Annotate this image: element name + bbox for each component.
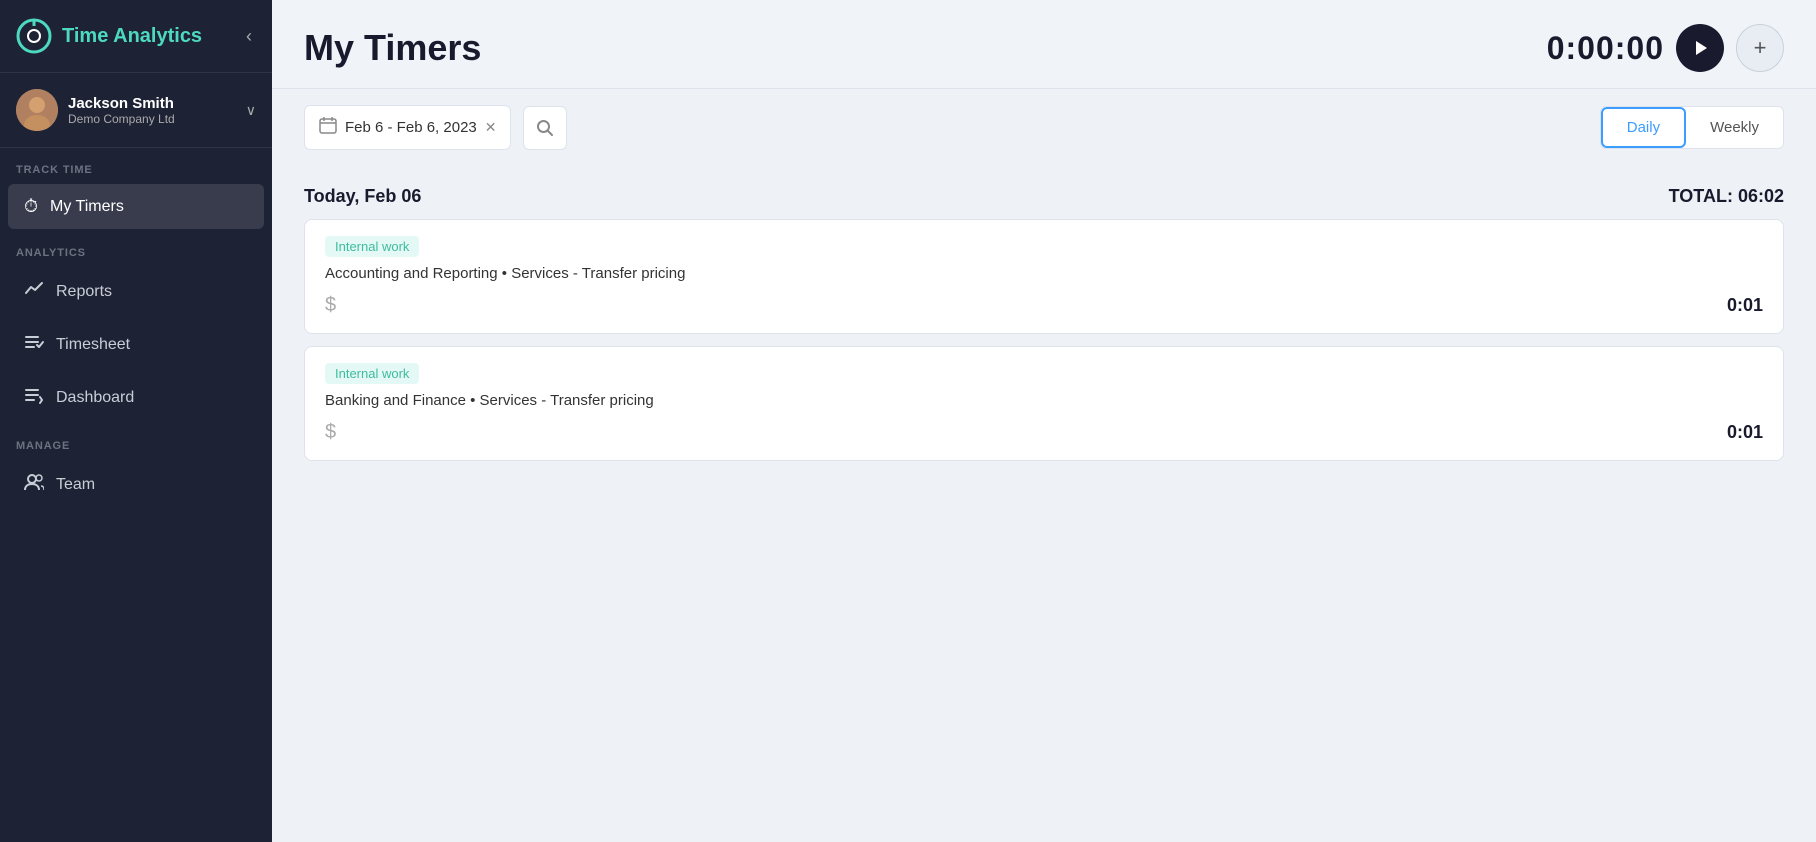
- timer-card[interactable]: Internal work Banking and Finance • Serv…: [304, 346, 1784, 461]
- logo-area: Time Analytics: [16, 18, 202, 54]
- dollar-icon: $: [325, 421, 336, 444]
- user-company: Demo Company Ltd: [68, 112, 236, 126]
- timer-card-bottom: $ 0:01: [325, 294, 1763, 317]
- view-weekly-button[interactable]: Weekly: [1686, 107, 1783, 148]
- team-icon: [24, 472, 44, 497]
- date-range-text: Feb 6 - Feb 6, 2023: [345, 119, 477, 136]
- timer-time: 0:01: [1727, 295, 1763, 316]
- section-label-manage: MANAGE: [0, 424, 272, 458]
- section-label-track-time: TRACK TIME: [0, 148, 272, 182]
- timer-description: Banking and Finance • Services - Transfe…: [325, 392, 1763, 409]
- view-daily-button[interactable]: Daily: [1601, 107, 1686, 148]
- timer-time: 0:01: [1727, 422, 1763, 443]
- day-header: Today, Feb 06 TOTAL: 06:02: [304, 166, 1784, 219]
- timer-display: 0:00:00: [1547, 30, 1664, 67]
- timer-tag: Internal work: [325, 363, 419, 384]
- search-button[interactable]: [523, 106, 567, 150]
- sidebar-item-dashboard[interactable]: Dashboard: [8, 373, 264, 422]
- sidebar-item-my-timers[interactable]: ⏱ My Timers: [8, 184, 264, 229]
- main-header: My Timers 0:00:00 +: [272, 0, 1816, 89]
- toolbar: Feb 6 - Feb 6, 2023 ✕ Daily Weekly: [272, 89, 1816, 166]
- sidebar-item-label-my-timers: My Timers: [50, 198, 124, 216]
- dollar-icon: $: [325, 294, 336, 317]
- calendar-icon: [319, 116, 337, 139]
- timesheet-icon: [24, 332, 44, 357]
- sidebar-item-label-reports: Reports: [56, 283, 112, 301]
- day-label: Today, Feb 06: [304, 186, 421, 207]
- sidebar: Time Analytics ‹ Jackson Smith Demo Comp…: [0, 0, 272, 842]
- section-label-analytics: ANALYTICS: [0, 231, 272, 265]
- add-timer-button[interactable]: +: [1736, 24, 1784, 72]
- date-filter[interactable]: Feb 6 - Feb 6, 2023 ✕: [304, 105, 511, 150]
- collapse-sidebar-button[interactable]: ‹: [242, 22, 256, 51]
- timer-card-bottom: $ 0:01: [325, 421, 1763, 444]
- main-content: My Timers 0:00:00 +: [272, 0, 1816, 842]
- sidebar-item-label-dashboard: Dashboard: [56, 389, 134, 407]
- user-name: Jackson Smith: [68, 95, 236, 112]
- avatar-image: [16, 89, 58, 131]
- page-title: My Timers: [304, 27, 481, 69]
- reports-icon: [24, 279, 44, 304]
- timers-content: Today, Feb 06 TOTAL: 06:02 Internal work…: [272, 166, 1816, 842]
- play-button[interactable]: [1676, 24, 1724, 72]
- header-right: 0:00:00 +: [1547, 24, 1784, 72]
- sidebar-header: Time Analytics ‹: [0, 0, 272, 73]
- sidebar-item-label-timesheet: Timesheet: [56, 336, 130, 354]
- dashboard-icon: [24, 385, 44, 410]
- timer-tag: Internal work: [325, 236, 419, 257]
- user-dropdown-icon[interactable]: ∨: [246, 102, 256, 119]
- day-total: TOTAL: 06:02: [1669, 186, 1784, 207]
- timer-card[interactable]: Internal work Accounting and Reporting •…: [304, 219, 1784, 334]
- toolbar-left: Feb 6 - Feb 6, 2023 ✕: [304, 105, 567, 150]
- app-name: Time Analytics: [62, 25, 202, 48]
- view-toggle: Daily Weekly: [1600, 106, 1784, 149]
- sidebar-item-timesheet[interactable]: Timesheet: [8, 320, 264, 369]
- user-info: Jackson Smith Demo Company Ltd: [68, 95, 236, 126]
- app-logo-icon: [16, 18, 52, 54]
- avatar: [16, 89, 58, 131]
- sidebar-item-reports[interactable]: Reports: [8, 267, 264, 316]
- timer-icon: ⏱: [24, 196, 38, 217]
- date-clear-icon[interactable]: ✕: [485, 119, 497, 136]
- user-section[interactable]: Jackson Smith Demo Company Ltd ∨: [0, 73, 272, 148]
- timer-description: Accounting and Reporting • Services - Tr…: [325, 265, 1763, 282]
- sidebar-item-team[interactable]: Team: [8, 460, 264, 509]
- sidebar-item-label-team: Team: [56, 476, 95, 494]
